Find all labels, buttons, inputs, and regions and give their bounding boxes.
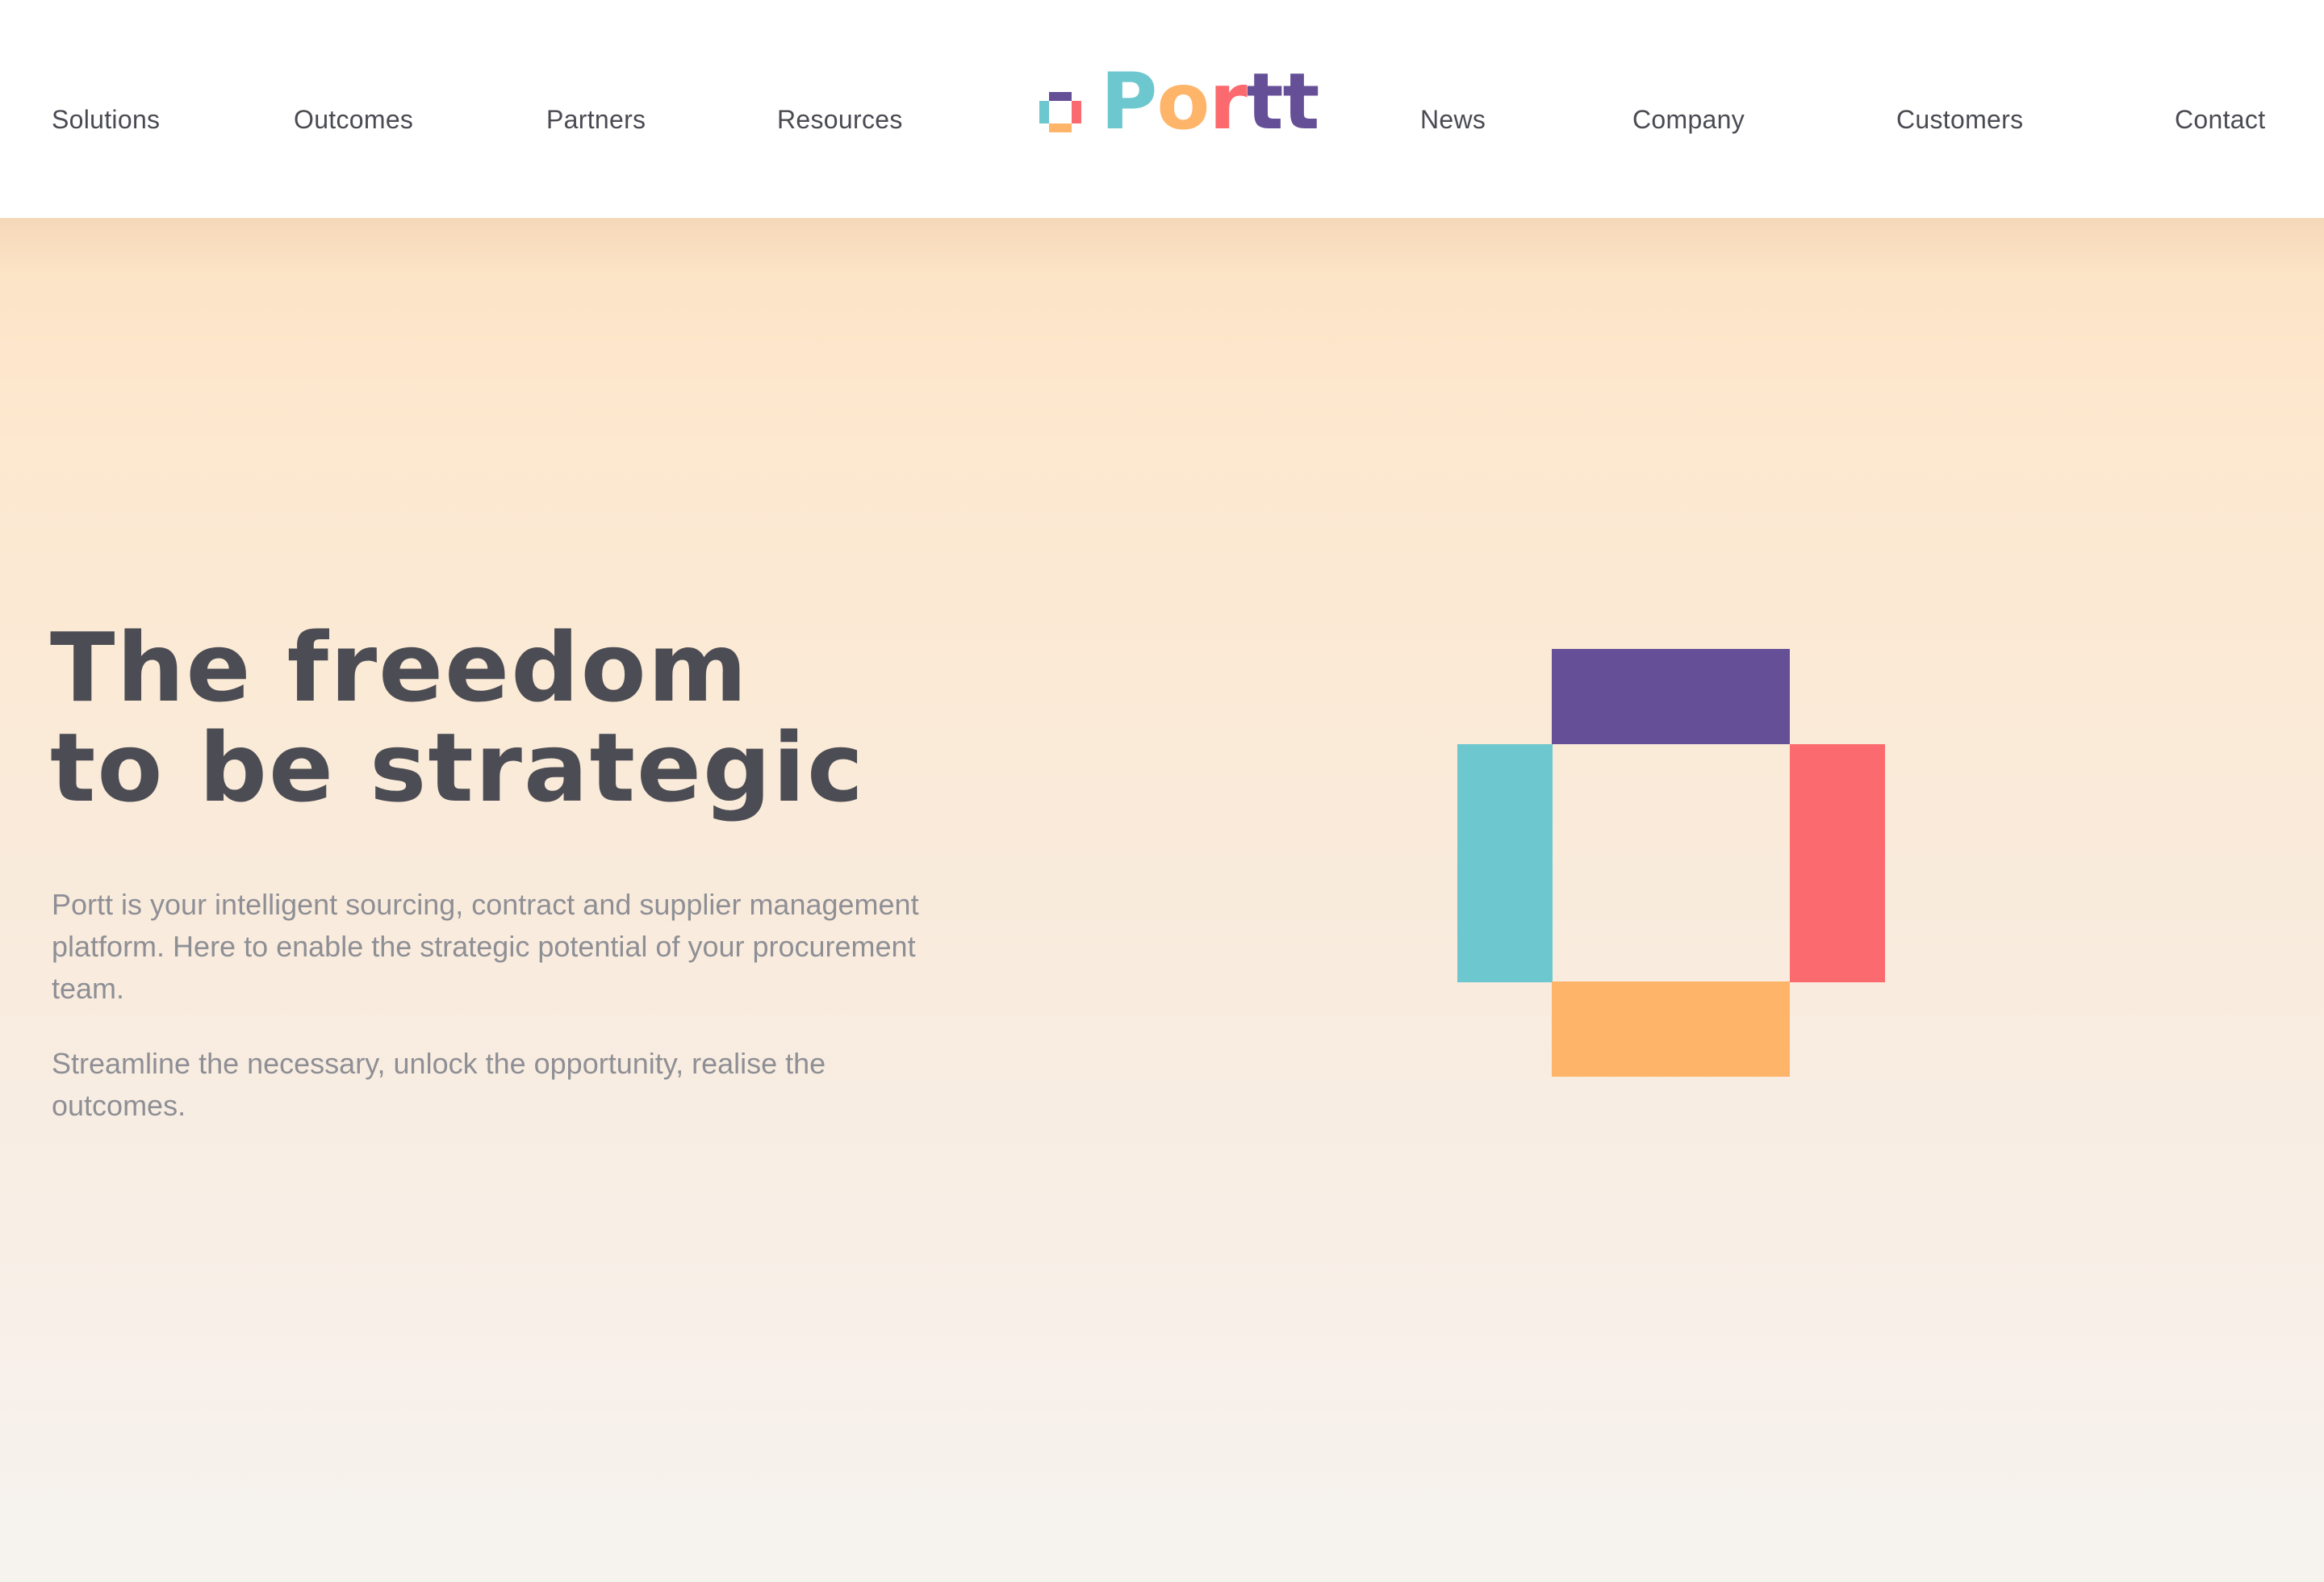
- nav-company[interactable]: Company: [1632, 105, 1745, 135]
- page: Solutions Outcomes Partners Resources Po…: [0, 0, 2324, 1582]
- portt-logo[interactable]: Portt: [1039, 63, 1319, 140]
- nav-contact[interactable]: Contact: [2175, 105, 2265, 135]
- nav-solutions[interactable]: Solutions: [52, 105, 160, 135]
- hero-tagline: Streamline the necessary, unlock the opp…: [52, 1047, 826, 1122]
- nav-partners[interactable]: Partners: [546, 105, 646, 135]
- headline-line-1: The freedom: [50, 612, 749, 723]
- emblem-right-bar: [1790, 744, 1885, 982]
- emblem-top-bar: [1552, 649, 1790, 744]
- hero-description: Portt is your intelligent sourcing, cont…: [52, 888, 919, 1005]
- site-header: Solutions Outcomes Partners Resources Po…: [0, 0, 2324, 218]
- nav-resources[interactable]: Resources: [777, 105, 903, 135]
- nav-outcomes[interactable]: Outcomes: [294, 105, 413, 135]
- portt-square-icon: [1039, 92, 1085, 137]
- portt-wordmark: Portt: [1101, 56, 1319, 147]
- hero-headline: The freedom to be strategic: [50, 617, 865, 818]
- headline-line-2: to be strategic: [50, 712, 865, 823]
- emblem-bottom-bar: [1552, 981, 1790, 1077]
- nav-customers[interactable]: Customers: [1896, 105, 2023, 135]
- nav-news[interactable]: News: [1420, 105, 1486, 135]
- header-shadow: [0, 218, 2324, 274]
- emblem-left-bar: [1457, 744, 1553, 982]
